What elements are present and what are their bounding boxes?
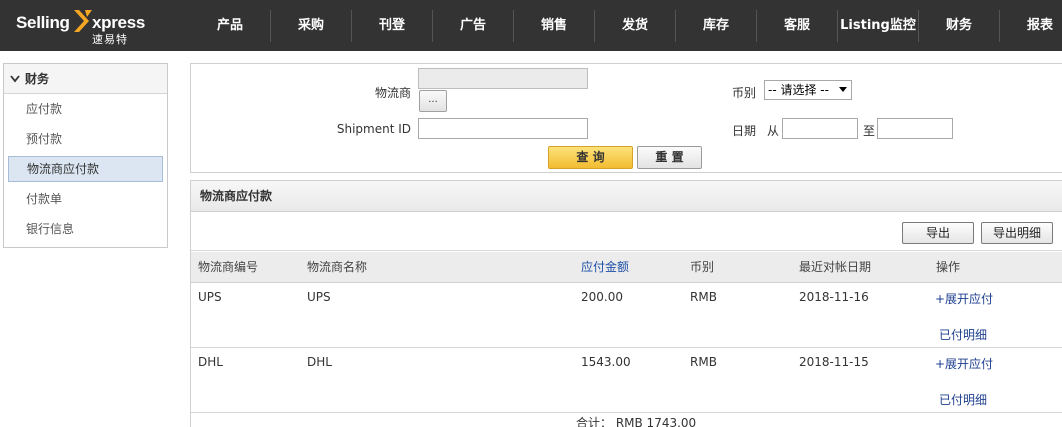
shipment-id-label: Shipment ID xyxy=(336,122,411,136)
query-button[interactable]: 查 询 xyxy=(548,146,633,169)
date-from-input[interactable] xyxy=(782,118,858,139)
cell-currency: RMB xyxy=(690,290,717,304)
logo-chinese-name: 速易特 xyxy=(92,33,128,46)
paid-details-link[interactable]: 已付明细 xyxy=(939,326,987,343)
date-to-input[interactable] xyxy=(877,118,953,139)
export-detail-button[interactable]: 导出明细 xyxy=(981,222,1053,244)
nav-item-listing[interactable]: 刊登 xyxy=(352,10,432,42)
results-toolbar: 导出 导出明细 xyxy=(191,213,1062,251)
date-label: 日期 xyxy=(731,124,756,138)
sidebar-item-payment-orders[interactable]: 付款单 xyxy=(4,184,167,214)
table-row: UPS UPS 200.00 RMB 2018-11-16 +展开应付 已付明细 xyxy=(191,283,1062,348)
cell-amount-due: 200.00 xyxy=(581,290,623,304)
nav-item-ads[interactable]: 广告 xyxy=(433,10,513,42)
results-title: 物流商应付款 xyxy=(191,181,1062,212)
table-header: 物流商编号 物流商名称 应付金额 币别 最近对帐日期 操作 xyxy=(191,252,1062,283)
nav-item-products[interactable]: 产品 xyxy=(190,10,270,42)
logo-x-mark-icon xyxy=(74,10,92,32)
nav-item-inventory[interactable]: 库存 xyxy=(676,10,756,42)
export-button[interactable]: 导出 xyxy=(902,222,974,244)
nav-item-reports[interactable]: 报表 xyxy=(1000,10,1062,42)
column-header-amount-due[interactable]: 应付金额 xyxy=(581,252,629,283)
currency-select[interactable]: -- 请选择 -- xyxy=(764,80,852,100)
expand-payables-link[interactable]: +展开应付 xyxy=(935,355,993,372)
column-header-actions: 操作 xyxy=(936,260,961,274)
cell-carrier-name: UPS xyxy=(307,290,331,304)
shipment-id-input[interactable] xyxy=(418,118,588,139)
carrier-label: 物流商 xyxy=(374,86,411,100)
nav-item-listing-monitor[interactable]: Listing监控 xyxy=(838,10,918,42)
nav-item-shipping[interactable]: 发货 xyxy=(595,10,675,42)
currency-label: 币别 xyxy=(731,86,756,100)
finance-sidebar: 财务 应付款 预付款 物流商应付款 付款单 银行信息 xyxy=(3,63,168,248)
sidebar-item-bank-info[interactable]: 银行信息 xyxy=(4,214,167,244)
column-header-last-reconcile-date: 最近对帐日期 xyxy=(799,260,872,274)
selling-express-logo[interactable]: Selling xpress 速易特 xyxy=(16,8,156,46)
table-row: DHL DHL 1543.00 RMB 2018-11-15 +展开应付 已付明… xyxy=(191,348,1062,413)
nav-item-purchasing[interactable]: 采购 xyxy=(271,10,351,42)
sidebar-item-payables[interactable]: 应付款 xyxy=(4,94,167,124)
column-header-carrier-code: 物流商编号 xyxy=(198,260,259,274)
column-header-currency: 币别 xyxy=(690,260,715,274)
cell-carrier-code: DHL xyxy=(198,355,223,369)
logo-word-xpress: xpress xyxy=(92,13,146,32)
date-to-label: 至 xyxy=(862,124,875,138)
reset-button[interactable]: 重 置 xyxy=(637,146,702,169)
cell-amount-due: 1543.00 xyxy=(581,355,631,369)
top-nav-bar: Selling xpress 速易特 产品 采购 刊登 广告 销售 发货 库存 … xyxy=(0,0,1062,51)
cell-carrier-name: DHL xyxy=(307,355,332,369)
cell-carrier-code: UPS xyxy=(198,290,222,304)
sidebar-section-finance[interactable]: 财务 xyxy=(4,64,167,94)
cell-last-reconcile-date: 2018-11-16 xyxy=(799,290,869,304)
column-header-carrier-name: 物流商名称 xyxy=(307,260,368,274)
carrier-browse-button[interactable]: ... xyxy=(419,90,447,112)
results-panel: 物流商应付款 导出 导出明细 物流商编号 物流商名称 应付金额 币别 最近对帐日… xyxy=(190,180,1062,427)
sidebar-section-label: 财务 xyxy=(25,72,50,86)
expand-payables-link[interactable]: +展开应付 xyxy=(935,290,993,307)
sidebar-item-carrier-payables[interactable]: 物流商应付款 xyxy=(8,156,163,182)
paid-details-link[interactable]: 已付明细 xyxy=(939,391,987,408)
dropdown-arrow-icon xyxy=(839,87,847,92)
cell-currency: RMB xyxy=(690,355,717,369)
sidebar-item-prepayments[interactable]: 预付款 xyxy=(4,124,167,154)
date-from-label: 从 xyxy=(766,124,779,138)
currency-selected-value: -- 请选择 -- xyxy=(768,83,829,97)
filter-panel: 物流商 ... Shipment ID 币别 -- 请选择 -- 日期 从 至 … xyxy=(190,63,1062,173)
total-amount: 合计： RMB 1743.00 xyxy=(576,416,697,427)
nav-item-customer-service[interactable]: 客服 xyxy=(757,10,837,42)
logo-word-selling: Selling xyxy=(16,13,70,32)
nav-item-finance[interactable]: 财务 xyxy=(919,10,999,42)
chevron-down-icon xyxy=(10,65,20,95)
carrier-field[interactable] xyxy=(418,68,588,89)
cell-last-reconcile-date: 2018-11-15 xyxy=(799,355,869,369)
nav-item-sales[interactable]: 销售 xyxy=(514,10,594,42)
